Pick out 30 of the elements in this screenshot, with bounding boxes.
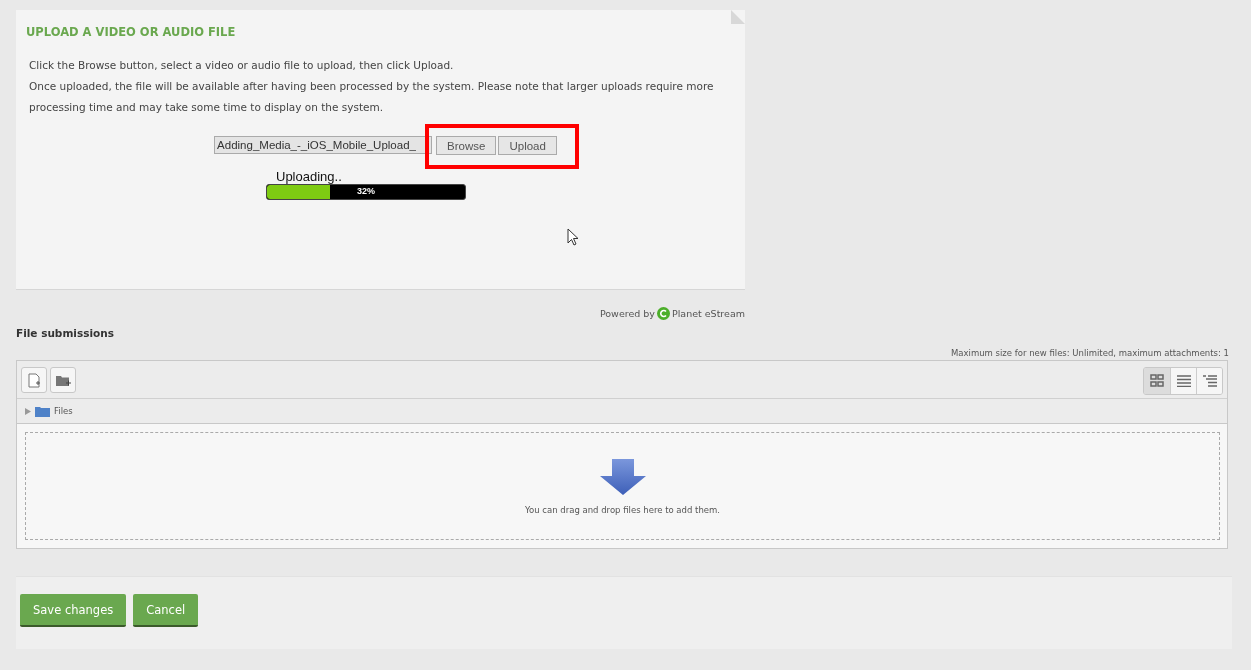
view-toggle-button[interactable] [1170,368,1196,394]
add-folder-icon [55,373,71,387]
folder-icon [35,405,50,417]
drop-hint: You can drag and drop files here to add them. [525,505,720,515]
grid-view-icon [1150,374,1164,388]
down-arrow-icon [599,459,646,495]
upload-button[interactable]: Upload [498,136,557,155]
panel-title: UPLOAD A VIDEO OR AUDIO FILE [26,25,237,39]
drop-zone[interactable]: You can drag and drop files here to add them. [25,432,1220,540]
view-toggle-button[interactable] [1144,368,1170,394]
instruction-text: Once uploaded, the file will be available after having been processed by the system. Please note that larger uploads require more processing time and may take some time to display on the system. [29,79,715,115]
browse-button[interactable]: Browse [436,136,497,155]
section-label: File submissions [16,327,115,339]
add-file-icon [27,372,41,388]
instruction-text: Click the Browse button, select a video or audio file to upload, then click Upload. [29,58,455,73]
mouse-cursor-icon [567,228,579,246]
upload-status: Uploading.. [276,169,342,184]
add-file-button[interactable] [21,367,47,393]
folder-path-item[interactable]: Files [54,406,73,416]
tree-view-icon [1202,375,1217,387]
list-view-icon [1176,375,1191,387]
new-folder-button[interactable] [50,367,76,393]
brand-logo-icon [656,307,670,320]
powered-by-text: Powered by [599,308,655,319]
upload-limits-text: Maximum size for new files: Unlimited, maximum attachments: 1 [950,348,1230,358]
brand-name: Planet eStream [671,308,745,319]
view-toggle-button[interactable] [1196,368,1222,394]
file-name-field[interactable]: Adding_Media_-_iOS_Mobile_Upload_ [214,136,433,154]
expand-arrow-icon [25,407,31,415]
progress-reading: 32% [357,186,375,196]
